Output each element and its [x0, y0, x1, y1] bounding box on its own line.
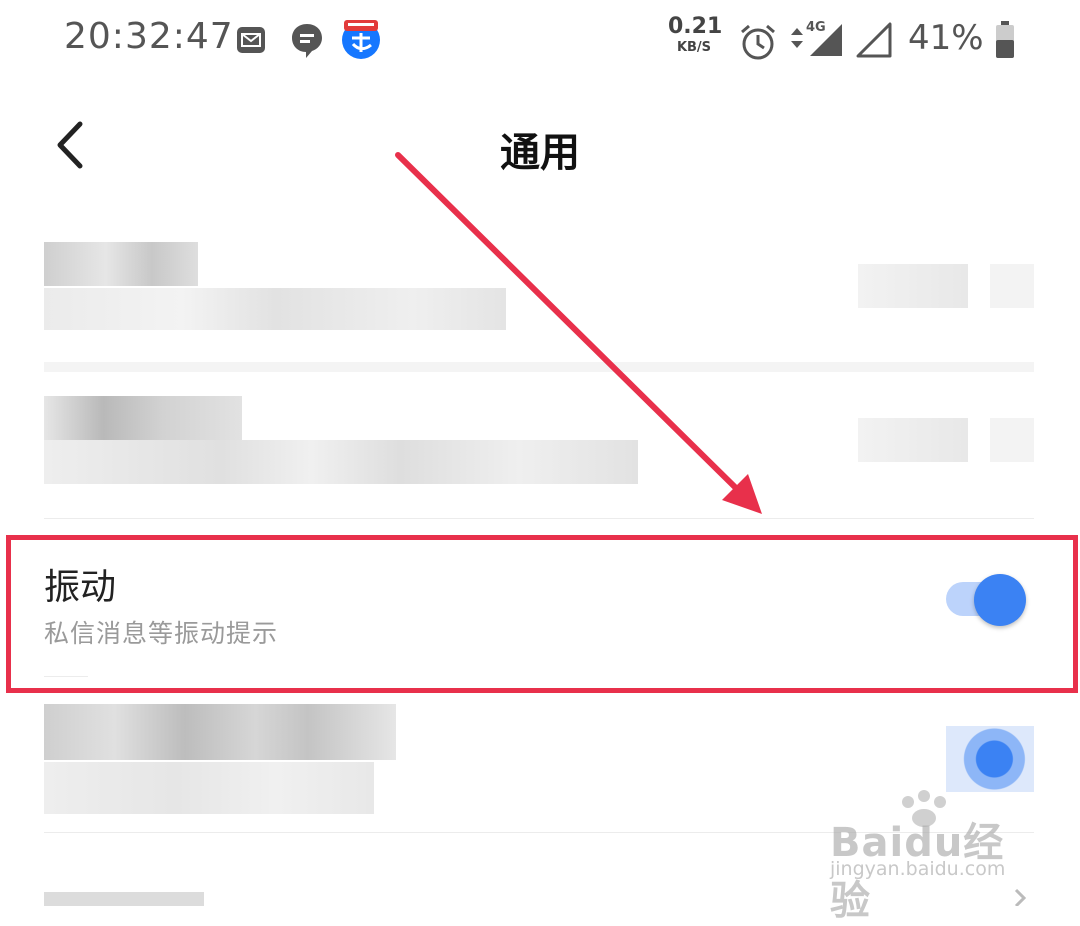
- watermark-url: jingyan.baidu.com: [830, 858, 1006, 880]
- baidu-watermark: Baidu经验 jingyan.baidu.com: [826, 790, 1036, 924]
- annotation-highlight-box: [6, 535, 1078, 693]
- annotation-arrow: [395, 152, 762, 514]
